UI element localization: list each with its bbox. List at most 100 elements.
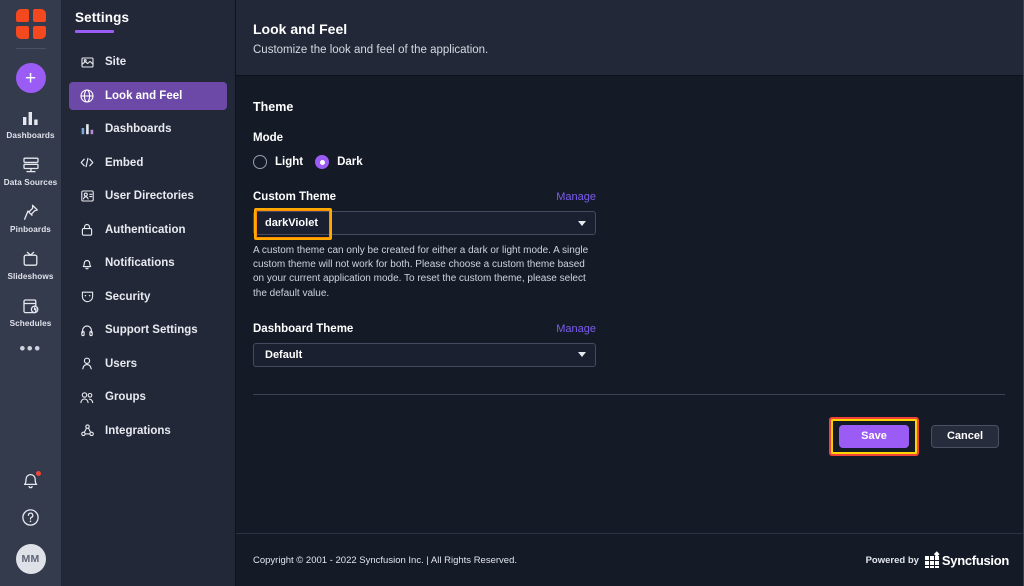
data-sources-icon (22, 155, 40, 175)
sidebar-item-look-and-feel[interactable]: Look and Feel (69, 81, 227, 110)
syncfusion-wordmark: Syncfusion (941, 552, 1009, 568)
sidebar-item-dashboards[interactable]: Dashboards (69, 115, 227, 143)
save-button-highlight-box: Save (829, 416, 919, 456)
copyright-text: Copyright © 2001 - 2022 Syncfusion Inc. … (253, 554, 517, 566)
dashboard-theme-label: Dashboard Theme (253, 322, 354, 335)
embed-code-icon (80, 156, 94, 170)
integrations-icon (80, 424, 94, 438)
sidebar-item-notifications[interactable]: Notifications (69, 249, 227, 277)
sidebar-item-site[interactable]: Site (69, 48, 227, 76)
app-window: + Dashboards Data Sources Pinboards Slid… (0, 0, 1024, 586)
dashboards-icon (22, 108, 39, 128)
dashboard-theme-row-header: Dashboard Theme Manage (253, 323, 596, 335)
sidebar-item-label: Dashboards (105, 123, 172, 135)
section-divider (253, 393, 1005, 395)
cancel-button-label: Cancel (946, 430, 984, 443)
slideshows-icon (22, 249, 39, 269)
radio-light[interactable]: Light (253, 155, 303, 169)
rail-item-schedules[interactable]: Schedules (0, 296, 61, 328)
custom-theme-helper-text: A custom theme can only be created for e… (253, 245, 589, 299)
chevron-down-icon (578, 220, 586, 226)
rail-bottom-group: MM (0, 470, 61, 574)
page-footer: Copyright © 2001 - 2022 Syncfusion Inc. … (236, 533, 1023, 586)
sidebar-item-groups[interactable]: Groups (69, 383, 227, 411)
custom-theme-manage-link[interactable]: Manage (556, 191, 596, 203)
users-group-icon (80, 390, 94, 404)
rail-item-label: Dashboards (6, 131, 55, 140)
app-logo-icon[interactable] (15, 9, 46, 39)
sidebar-item-security[interactable]: Security (69, 283, 227, 311)
custom-theme-row-header: Custom Theme Manage (253, 191, 596, 203)
schedules-icon (22, 296, 39, 316)
page-subtitle: Customize the look and feel of the appli… (253, 44, 489, 56)
look-and-feel-icon (80, 88, 94, 103)
user-directories-icon (80, 189, 94, 203)
dashboard-theme-selected-value: Default (265, 348, 303, 361)
sidebar-title: Settings (75, 10, 130, 25)
notifications-button[interactable] (21, 470, 42, 491)
app-rail: + Dashboards Data Sources Pinboards Slid… (0, 0, 61, 586)
powered-by-label: Powered by (865, 554, 919, 566)
syncfusion-grid-mark (924, 550, 940, 568)
radio-dark[interactable]: Dark (315, 155, 363, 169)
sidebar-item-label: Authentication (105, 223, 186, 236)
theme-section-title: Theme (253, 100, 294, 114)
sidebar-item-label: Notifications (105, 257, 175, 269)
create-new-button[interactable]: + (15, 63, 46, 93)
syncfusion-logo-icon: Syncfusion (924, 550, 1009, 568)
save-button-label: Save (861, 430, 887, 443)
shield-icon (80, 290, 94, 304)
radio-light-label: Light (275, 156, 304, 168)
rail-item-pinboards[interactable]: Pinboards (0, 202, 61, 234)
sidebar-item-authentication[interactable]: Authentication (69, 216, 227, 244)
pinboards-icon (23, 202, 39, 222)
sidebar-item-label: Groups (105, 391, 146, 403)
custom-theme-select[interactable]: darkViolet (253, 208, 596, 240)
lock-icon (80, 223, 94, 237)
page-title: Look and Feel (253, 21, 348, 37)
sidebar-item-label: Look and Feel (105, 89, 183, 102)
sidebar-item-label: Users (105, 357, 137, 370)
powered-by-group: Powered by Syncfusion (865, 550, 1009, 568)
cancel-button[interactable]: Cancel (931, 424, 999, 448)
radio-dark-indicator (315, 155, 330, 169)
chevron-down-icon (578, 352, 586, 358)
sidebar-item-embed[interactable]: Embed (69, 149, 227, 177)
rail-item-slideshows[interactable]: Slideshows (0, 249, 61, 281)
main-content: Look and Feel Customize the look and fee… (236, 0, 1024, 586)
rail-item-data-sources[interactable]: Data Sources (0, 155, 61, 187)
custom-theme-selected-value: darkViolet (265, 217, 318, 229)
rail-item-label: Schedules (9, 319, 52, 328)
sidebar-item-support-settings[interactable]: Support Settings (69, 316, 227, 344)
dashboard-theme-select[interactable]: Default (253, 342, 596, 367)
dashboards-icon (80, 122, 94, 136)
rail-more-button[interactable]: ••• (19, 340, 41, 357)
dashboard-theme-manage-link[interactable]: Manage (556, 323, 596, 335)
plus-icon: + (24, 67, 37, 89)
notification-badge-dot (34, 470, 42, 477)
sidebar-item-integrations[interactable]: Integrations (69, 417, 227, 445)
rail-item-dashboards[interactable]: Dashboards (0, 108, 61, 140)
headset-icon (80, 323, 94, 337)
rail-divider (15, 48, 46, 49)
bell-icon (80, 256, 94, 270)
rail-item-label: Slideshows (7, 272, 54, 281)
rail-item-label: Pinboards (10, 225, 51, 234)
sidebar-item-label: Integrations (105, 424, 171, 437)
sidebar-item-users[interactable]: Users (69, 350, 227, 378)
avatar[interactable]: MM (15, 544, 46, 574)
save-button[interactable]: Save (839, 424, 909, 448)
avatar-initials: MM (21, 553, 40, 565)
sidebar-item-user-directories[interactable]: User Directories (69, 182, 227, 210)
radio-dark-label: Dark (337, 156, 363, 168)
form-actions: Save Cancel (253, 416, 1005, 456)
rail-item-label: Data Sources (3, 178, 58, 187)
user-icon (80, 357, 94, 371)
settings-nav-list: Site Look and Feel Dashboards Embed User… (61, 48, 235, 445)
page-header: Look and Feel Customize the look and fee… (236, 0, 1023, 76)
radio-light-indicator (253, 155, 267, 169)
sidebar-item-label: Site (105, 56, 127, 68)
sidebar-item-label: User Directories (105, 190, 194, 202)
help-circle-icon[interactable] (21, 508, 40, 527)
settings-sidebar: Settings Site Look and Feel Dashboards E… (61, 0, 236, 586)
